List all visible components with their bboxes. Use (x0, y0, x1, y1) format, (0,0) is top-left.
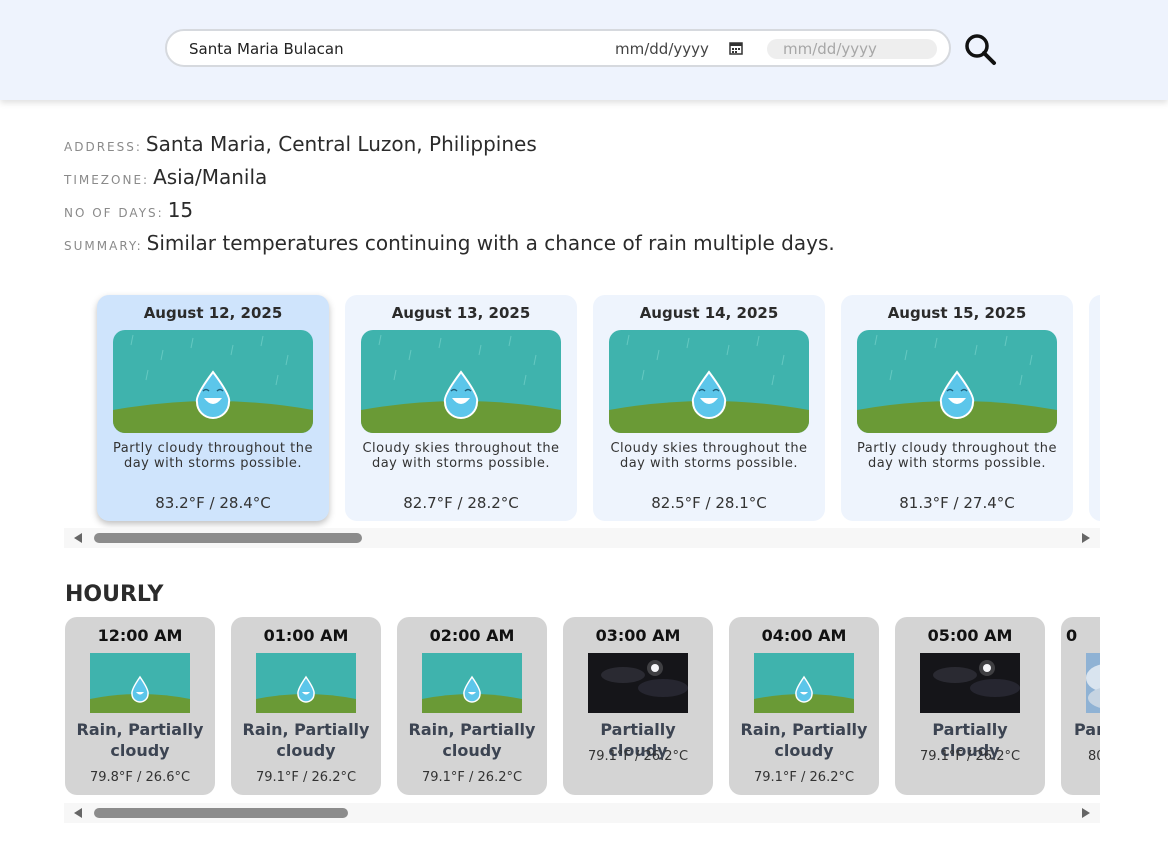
address-value: Santa Maria, Central Luzon, Philippines (145, 132, 537, 156)
timezone-row: TIMEZONE: Asia/Manila (64, 165, 267, 189)
day-date: August 15, 2025 (887, 304, 1027, 322)
search-header: Santa Maria Bulacan mm/dd/yyyy mm/dd/yyy… (0, 0, 1168, 100)
days-label: NO OF DAYS: (64, 206, 164, 220)
day-temperature: 83.2°F / 28.4°C (155, 494, 271, 512)
daily-forecast-list[interactable]: August 12, 2025 Partly cloudy throughout… (64, 285, 1100, 528)
cloudy-night-icon (588, 653, 688, 713)
cloudy-night-icon (920, 653, 1020, 713)
hour-time: 12:00 AM (97, 626, 183, 645)
hour-temperature: 79.1°F / 26.2°C (753, 770, 855, 785)
hour-card[interactable]: 04:00 AM Rain, Partially cloudy 79.1°F /… (729, 617, 879, 795)
day-card[interactable]: August 12, 2025 Partly cloudy throughout… (97, 295, 329, 521)
day-description: Cloudy skies throughout the day with sto… (362, 441, 560, 471)
hour-card[interactable]: 01:00 AM Rain, Partially cloudy 79.1°F /… (231, 617, 381, 795)
rain-drop-icon (857, 330, 1057, 433)
hour-time: 01:00 AM (263, 626, 349, 645)
hour-condition: Rain, Partially cloudy (76, 720, 204, 760)
daily-scroll-thumb[interactable] (94, 533, 362, 543)
summary-row: SUMMARY: Similar temperatures continuing … (64, 231, 835, 255)
day-temperature: 82.5°F / 28.1°C (651, 494, 767, 512)
days-value: 15 (167, 198, 194, 222)
day-description: Cloudy skies throughout the day with sto… (610, 441, 808, 471)
hour-time: 03:00 AM (595, 626, 681, 645)
rain-drop-icon (113, 330, 313, 433)
hour-time: 0 (1066, 626, 1078, 645)
hourly-scrollbar[interactable] (64, 803, 1100, 823)
hour-temperature: 79.1°F / 26.2°C (919, 749, 1021, 764)
day-card-partial[interactable] (1089, 295, 1100, 521)
calendar-icon[interactable] (729, 41, 743, 55)
hour-card[interactable]: 0 Par 80 (1061, 617, 1100, 795)
day-date: August 14, 2025 (639, 304, 779, 322)
hourly-forecast-list[interactable]: 12:00 AM Rain, Partially cloudy 79.8°F /… (64, 617, 1100, 797)
days-row: NO OF DAYS: 15 (64, 198, 193, 222)
rain-drop-icon (609, 330, 809, 433)
day-temperature: 82.7°F / 28.2°C (403, 494, 519, 512)
summary-label: SUMMARY: (64, 239, 143, 253)
scroll-left-arrow-icon[interactable] (74, 533, 82, 543)
timezone-value: Asia/Manila (153, 165, 268, 189)
scroll-right-arrow-icon[interactable] (1082, 808, 1090, 818)
search-bar: Santa Maria Bulacan mm/dd/yyyy mm/dd/yyy… (165, 29, 951, 67)
search-icon[interactable] (962, 31, 998, 67)
timezone-label: TIMEZONE: (64, 173, 150, 187)
daily-scrollbar[interactable] (64, 528, 1100, 548)
day-description: Partly cloudy throughout the day with st… (113, 441, 313, 471)
day-date: August 12, 2025 (143, 304, 283, 322)
hour-temperature: 79.8°F / 26.6°C (89, 770, 191, 785)
hour-temperature: 79.1°F / 26.2°C (255, 770, 357, 785)
rain-drop-icon (754, 653, 854, 713)
day-description: Partly cloudy throughout the day with st… (857, 441, 1057, 471)
hour-time: 04:00 AM (761, 626, 847, 645)
hour-condition: Rain, Partially cloudy (408, 720, 536, 760)
scroll-right-arrow-icon[interactable] (1082, 533, 1090, 543)
hour-temperature: 80 (1088, 749, 1100, 764)
hour-time: 05:00 AM (927, 626, 1013, 645)
address-row: ADDRESS: Santa Maria, Central Luzon, Phil… (64, 132, 537, 156)
hourly-scroll-thumb[interactable] (94, 808, 348, 818)
location-input[interactable]: Santa Maria Bulacan (189, 40, 344, 58)
scroll-left-arrow-icon[interactable] (74, 808, 82, 818)
summary-value: Similar temperatures continuing with a c… (146, 231, 835, 255)
rain-drop-icon (361, 330, 561, 433)
hour-card[interactable]: 03:00 AM Partially cloudy 79.1°F / 26.2°… (563, 617, 713, 795)
hour-time: 02:00 AM (429, 626, 515, 645)
hourly-heading: HOURLY (65, 582, 164, 607)
hour-card[interactable]: 05:00 AM Partially cloudy 79.1°F / 26.2°… (895, 617, 1045, 795)
day-card[interactable]: August 14, 2025 Cloudy skies throughout … (593, 295, 825, 521)
hour-condition: Rain, Partially cloudy (740, 720, 868, 760)
start-date-input[interactable]: mm/dd/yyyy (615, 40, 709, 58)
hour-condition: Rain, Partially cloudy (242, 720, 370, 760)
hour-temperature: 79.1°F / 26.2°C (421, 770, 523, 785)
address-label: ADDRESS: (64, 140, 142, 154)
end-date-input[interactable]: mm/dd/yyyy (767, 39, 937, 59)
hour-temperature: 79.1°F / 26.2°C (587, 749, 689, 764)
day-card[interactable]: August 13, 2025 Cloudy skies throughout … (345, 295, 577, 521)
rain-drop-icon (256, 653, 356, 713)
hour-card[interactable]: 02:00 AM Rain, Partially cloudy 79.1°F /… (397, 617, 547, 795)
hour-condition: Par (1074, 720, 1100, 739)
day-temperature: 81.3°F / 27.4°C (899, 494, 1015, 512)
day-date: August 13, 2025 (391, 304, 531, 322)
hour-card[interactable]: 12:00 AM Rain, Partially cloudy 79.8°F /… (65, 617, 215, 795)
rain-drop-icon (90, 653, 190, 713)
rain-drop-icon (422, 653, 522, 713)
day-card[interactable]: August 15, 2025 Partly cloudy throughout… (841, 295, 1073, 521)
cloudy-day-icon (1086, 653, 1100, 713)
